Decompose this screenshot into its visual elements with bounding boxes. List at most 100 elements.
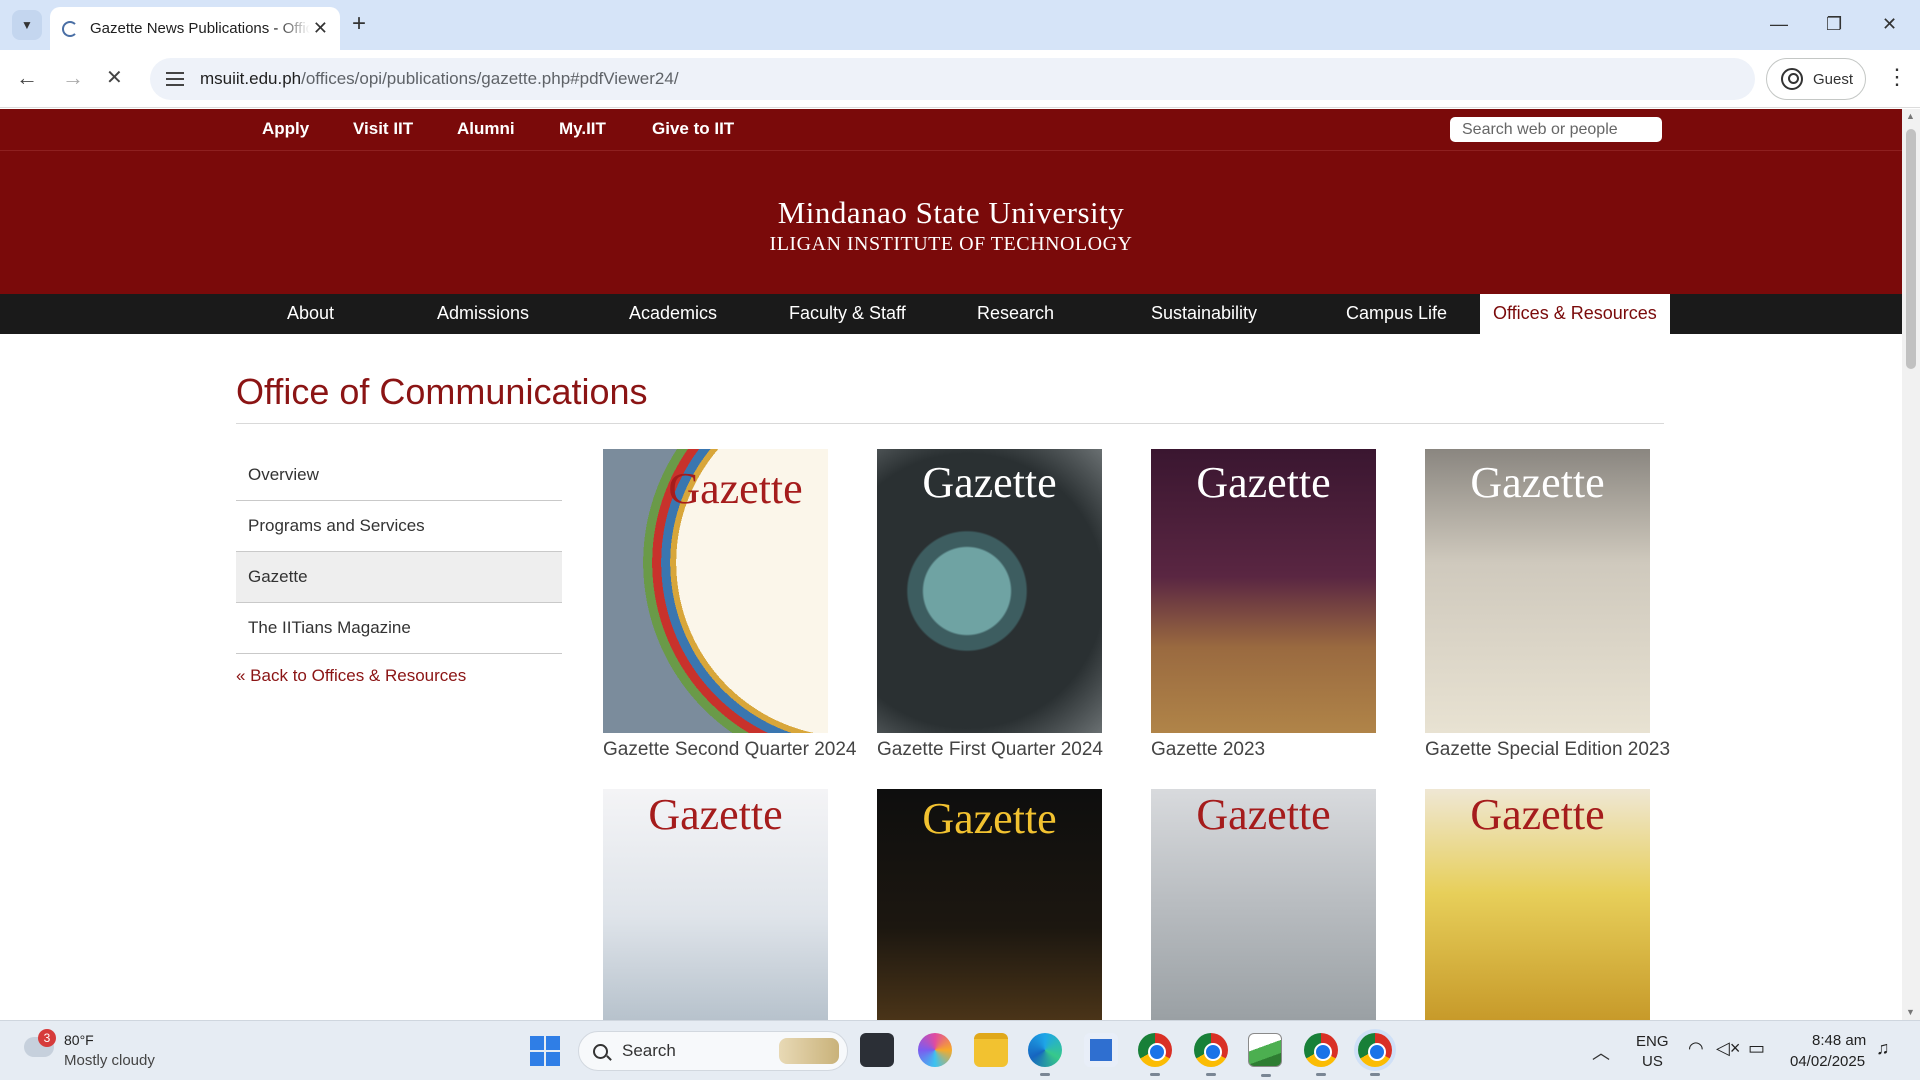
scroll-thumb[interactable] [1906, 129, 1916, 369]
util-link-apply[interactable]: Apply [262, 119, 309, 139]
address-bar[interactable]: msuiit.edu.ph/offices/opi/publications/g… [150, 58, 1755, 100]
weather-badge: 3 [38, 1029, 56, 1047]
gazette-cover-row2-4[interactable]: Gazette [1425, 789, 1650, 1020]
site-search-input[interactable] [1450, 117, 1662, 142]
title-divider [236, 423, 1664, 424]
speaker-muted-icon[interactable]: ◁× [1716, 1038, 1740, 1059]
nav-faculty-staff[interactable]: Faculty & Staff [789, 303, 906, 324]
page-scrollbar[interactable]: ▲ ▼ [1902, 109, 1920, 1020]
cover-masthead: Gazette [1470, 458, 1605, 507]
cover-caption[interactable]: Gazette 2023 [1151, 739, 1265, 761]
cover-masthead: Gazette [1196, 458, 1331, 507]
minimize-icon[interactable]: — [1770, 12, 1788, 36]
weather-temp: 80°F [64, 1032, 94, 1048]
url-path: /offices/opi/publications/gazette.php#pd… [301, 69, 679, 88]
url-host: msuiit.edu.ph [200, 69, 302, 88]
forward-arrow-icon[interactable]: → [62, 66, 84, 90]
copilot-icon[interactable] [918, 1033, 952, 1067]
windows-taskbar: 3 80°F Mostly cloudy Search ︿ ENG US ◠ ◁… [0, 1020, 1920, 1080]
lang-indicator[interactable]: ENG [1636, 1033, 1669, 1050]
nav-sustainability[interactable]: Sustainability [1151, 303, 1257, 324]
chrome-profile-2-icon[interactable] [1194, 1033, 1228, 1076]
chrome-active-icon[interactable] [1358, 1033, 1392, 1076]
cover-caption[interactable]: Gazette First Quarter 2024 [877, 739, 1103, 761]
profile-button[interactable]: Guest [1766, 58, 1866, 100]
windows-start-icon[interactable] [530, 1036, 560, 1066]
nav-campus-life[interactable]: Campus Life [1346, 303, 1447, 324]
brand-line-2[interactable]: ILIGAN INSTITUTE OF TECHNOLOGY [0, 233, 1902, 256]
tab-search-button[interactable]: ▼ [12, 10, 42, 40]
gazette-cover-row2-2[interactable]: Gazette [877, 789, 1102, 1020]
notification-bell-icon[interactable]: ♫ [1876, 1038, 1890, 1059]
nav-about[interactable]: About [287, 303, 334, 324]
chrome-profile-1-icon[interactable] [1138, 1033, 1172, 1076]
brand-line-1[interactable]: Mindanao State University [0, 195, 1902, 231]
cover-masthead: Gazette [648, 790, 783, 839]
nav-admissions[interactable]: Admissions [437, 303, 529, 324]
site-info-icon[interactable] [166, 72, 184, 86]
back-to-offices-link[interactable]: « Back to Offices & Resources [236, 666, 466, 686]
chrome-profile-3-icon[interactable] [1304, 1033, 1338, 1076]
scroll-up-icon[interactable]: ▲ [1906, 111, 1915, 121]
taskbar-search[interactable]: Search [578, 1031, 848, 1071]
wifi-icon[interactable]: ◠ [1688, 1038, 1704, 1059]
scroll-down-icon[interactable]: ▼ [1906, 1007, 1915, 1017]
cover-caption[interactable]: Gazette Special Edition 2023 [1425, 739, 1670, 761]
cover-caption[interactable]: Gazette Second Quarter 2024 [603, 739, 857, 761]
file-explorer-icon[interactable] [974, 1033, 1008, 1067]
gazette-cover-2023[interactable]: Gazette [1151, 449, 1376, 733]
region-indicator[interactable]: US [1642, 1053, 1663, 1070]
util-link-visit[interactable]: Visit IIT [353, 119, 413, 139]
back-arrow-icon[interactable]: ← [16, 66, 38, 90]
nav-research[interactable]: Research [977, 303, 1054, 324]
util-link-alumni[interactable]: Alumni [457, 119, 515, 139]
cover-masthead: Gazette [668, 464, 803, 513]
close-window-icon[interactable]: ✕ [1882, 12, 1897, 36]
chevron-down-icon: ▼ [21, 18, 33, 32]
url-text[interactable]: msuiit.edu.ph/offices/opi/publications/g… [200, 69, 679, 89]
close-tab-icon[interactable]: ✕ [313, 18, 328, 39]
sidebar-item-overview[interactable]: Overview [236, 450, 562, 501]
university-masthead: Mindanao State University ILIGAN INSTITU… [0, 151, 1902, 294]
page-title: Office of Communications [236, 371, 648, 412]
util-link-myiit[interactable]: My.IIT [559, 119, 606, 139]
gazette-cover-row2-1[interactable]: Gazette [603, 789, 828, 1020]
loading-spinner-icon [62, 20, 78, 37]
nav-offices-resources[interactable]: Offices & Resources [1480, 294, 1670, 334]
weather-desc: Mostly cloudy [64, 1052, 155, 1069]
browser-toolbar: ← → ✕ msuiit.edu.ph/offices/opi/publicat… [0, 50, 1920, 108]
gazette-cover-q1-2024[interactable]: Gazette [877, 449, 1102, 733]
store-icon[interactable] [1084, 1033, 1118, 1067]
browser-tabstrip: ▼ Gazette News Publications - Offices of… [0, 0, 1920, 50]
util-link-give[interactable]: Give to IIT [652, 119, 734, 139]
battery-icon[interactable]: ▭ [1748, 1038, 1765, 1059]
gazette-cover-special-2023[interactable]: Gazette [1425, 449, 1650, 733]
stop-loading-icon[interactable]: ✕ [106, 66, 123, 90]
search-highlight-icon [779, 1038, 839, 1064]
sidebar-item-gazette[interactable]: Gazette [236, 552, 562, 603]
restore-icon[interactable]: ❐ [1826, 12, 1842, 36]
page-viewport: Apply Visit IIT Alumni My.IIT Give to II… [0, 109, 1902, 1020]
sidebar-item-programs[interactable]: Programs and Services [236, 501, 562, 552]
cover-masthead: Gazette [1470, 790, 1605, 839]
paint-icon[interactable] [1248, 1033, 1282, 1077]
nav-academics[interactable]: Academics [629, 303, 717, 324]
new-tab-button[interactable]: + [352, 12, 366, 36]
clock-date[interactable]: 04/02/2025 [1790, 1053, 1865, 1070]
gazette-cover-q2-2024[interactable]: Gazette [603, 449, 828, 733]
chevron-up-icon[interactable]: ︿ [1592, 1039, 1610, 1065]
cover-masthead: Gazette [1196, 790, 1331, 839]
sidebar-item-iitians[interactable]: The IITians Magazine [236, 603, 562, 654]
search-icon [593, 1043, 608, 1059]
cover-masthead: Gazette [922, 794, 1057, 843]
more-menu-icon[interactable]: ⋮ [1886, 64, 1908, 90]
task-view-icon[interactable] [860, 1033, 894, 1067]
browser-tab-active[interactable]: Gazette News Publications - Offices of P… [50, 7, 340, 50]
profile-label: Guest [1813, 70, 1854, 88]
taskbar-search-label: Search [622, 1041, 676, 1060]
edge-icon[interactable] [1028, 1033, 1062, 1076]
profile-icon [1781, 68, 1803, 90]
cover-masthead: Gazette [922, 458, 1057, 507]
clock-time[interactable]: 8:48 am [1812, 1032, 1866, 1049]
gazette-cover-row2-3[interactable]: Gazette [1151, 789, 1376, 1020]
